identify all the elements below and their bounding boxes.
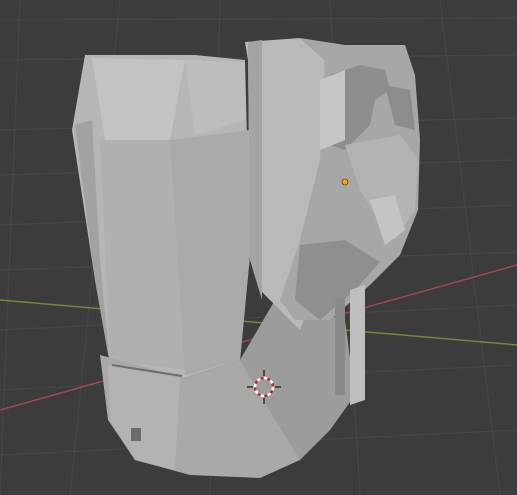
3d-viewport[interactable] xyxy=(0,0,517,495)
viewport-canvas[interactable] xyxy=(0,0,517,495)
notch-detail xyxy=(131,428,141,441)
mesh-object[interactable] xyxy=(72,38,420,478)
object-origin-point xyxy=(341,178,349,186)
